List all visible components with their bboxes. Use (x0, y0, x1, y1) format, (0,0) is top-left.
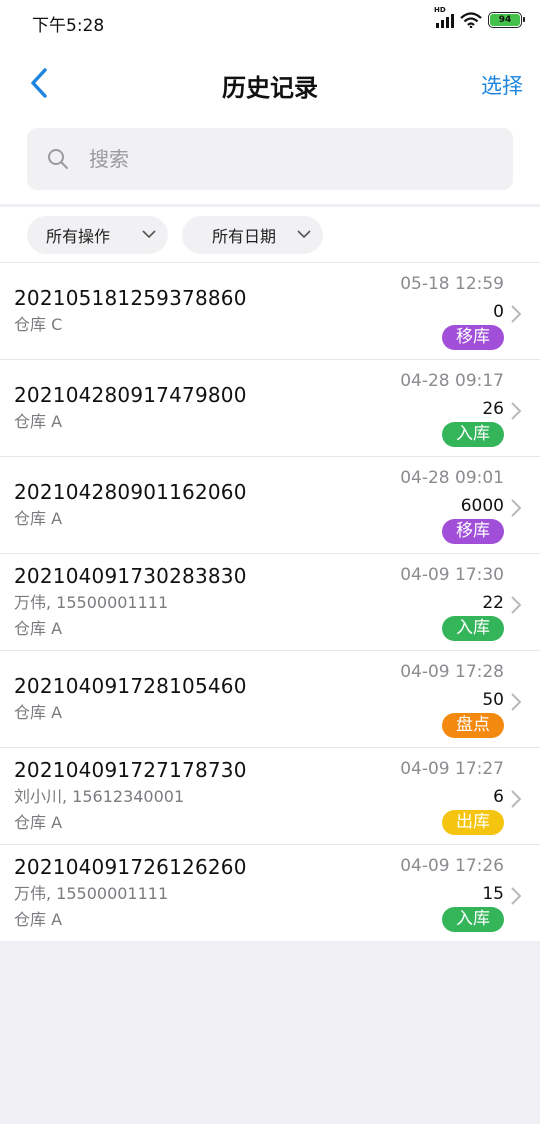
record-list: 202105181259378860 仓库 C 05-18 12:59 0 移库… (0, 263, 540, 941)
record-time: 04-09 17:27 (400, 759, 504, 779)
chevron-right-icon (511, 402, 521, 420)
search-box[interactable] (27, 128, 513, 190)
warehouse-label: 仓库 A (14, 813, 63, 832)
record-time: 04-28 09:01 (400, 468, 504, 488)
order-number: 202104091727178730 (14, 758, 247, 782)
record-time: 05-18 12:59 (400, 274, 504, 294)
operation-tag: 入库 (442, 616, 504, 641)
operation-tag: 移库 (442, 519, 504, 544)
record-meta: 04-09 17:26 15 入库 (400, 855, 504, 932)
date-filter-label: 所有日期 (212, 226, 277, 246)
operation-filter-label: 所有操作 (46, 226, 111, 246)
record-info: 202105181259378860 仓库 C (14, 263, 390, 359)
battery-icon: 94 (488, 12, 525, 28)
status-time: 下午5:28 (32, 16, 105, 36)
order-number: 202104091728105460 (14, 674, 247, 698)
contact-label: 刘小川, 15612340001 (14, 787, 185, 806)
record-row[interactable]: 202104280901162060 仓库 A 04-28 09:01 6000… (0, 457, 540, 554)
record-meta: 04-09 17:28 50 盘点 (400, 661, 504, 738)
filter-bar: 所有操作 所有日期 (0, 207, 540, 263)
search-input[interactable] (89, 147, 469, 171)
record-meta: 04-09 17:27 6 出库 (400, 758, 504, 835)
page-title: 历史记录 (222, 74, 318, 102)
operation-tag: 盘点 (442, 713, 504, 738)
record-time: 04-09 17:28 (400, 662, 504, 682)
warehouse-label: 仓库 A (14, 412, 63, 431)
battery-level: 94 (490, 14, 520, 26)
record-quantity: 22 (482, 593, 504, 613)
operation-tag: 出库 (442, 810, 504, 835)
select-button[interactable]: 选择 (481, 70, 523, 100)
chevron-right-icon (511, 305, 521, 323)
record-meta: 05-18 12:59 0 移库 (400, 273, 504, 350)
operation-tag: 移库 (442, 325, 504, 350)
warehouse-label: 仓库 A (14, 509, 63, 528)
record-meta: 04-09 17:30 22 入库 (400, 564, 504, 641)
operation-filter[interactable]: 所有操作 (27, 215, 168, 254)
chevron-down-icon (297, 230, 311, 239)
record-info: 202104280901162060 仓库 A (14, 457, 390, 553)
operation-tag: 入库 (442, 907, 504, 932)
contact-label: 万伟, 15500001111 (14, 884, 169, 903)
record-quantity: 0 (493, 302, 504, 322)
record-quantity: 26 (482, 399, 504, 419)
order-number: 202104280917479800 (14, 383, 247, 407)
wifi-icon (460, 12, 482, 28)
warehouse-label: 仓库 C (14, 315, 63, 334)
order-number: 202105181259378860 (14, 286, 247, 310)
warehouse-label: 仓库 A (14, 703, 63, 722)
record-quantity: 6000 (460, 496, 504, 516)
network-type-label: HD (434, 6, 446, 14)
record-quantity: 15 (482, 884, 504, 904)
search-bar (0, 122, 540, 204)
chevron-down-icon (142, 230, 156, 239)
nav-bar: 历史记录 选择 (0, 44, 540, 122)
record-info: 202104091726126260 万伟, 15500001111 仓库 A (14, 845, 390, 941)
header-area: 下午5:28 HD 94 历史记录 选择 (0, 0, 540, 204)
record-info: 202104091728105460 仓库 A (14, 651, 390, 747)
status-icons: HD 94 (434, 6, 525, 28)
record-quantity: 50 (482, 690, 504, 710)
order-number: 202104280901162060 (14, 480, 247, 504)
record-row[interactable]: 202104280917479800 仓库 A 04-28 09:17 26 入… (0, 360, 540, 457)
date-filter[interactable]: 所有日期 (182, 215, 323, 254)
record-info: 202104091730283830 万伟, 15500001111 仓库 A (14, 554, 390, 650)
record-quantity: 6 (493, 787, 504, 807)
record-time: 04-09 17:26 (400, 856, 504, 876)
record-row[interactable]: 202104091726126260 万伟, 15500001111 仓库 A … (0, 845, 540, 941)
signal-icon: HD (434, 6, 454, 28)
warehouse-label: 仓库 A (14, 619, 63, 638)
record-row[interactable]: 202104091730283830 万伟, 15500001111 仓库 A … (0, 554, 540, 651)
warehouse-label: 仓库 A (14, 910, 63, 929)
chevron-right-icon (511, 693, 521, 711)
order-number: 202104091726126260 (14, 855, 247, 879)
record-row[interactable]: 202105181259378860 仓库 C 05-18 12:59 0 移库 (0, 263, 540, 360)
record-row[interactable]: 202104091728105460 仓库 A 04-09 17:28 50 盘… (0, 651, 540, 748)
operation-tag: 入库 (442, 422, 504, 447)
record-info: 202104280917479800 仓库 A (14, 360, 390, 456)
record-time: 04-09 17:30 (400, 565, 504, 585)
chevron-right-icon (511, 887, 521, 905)
status-bar: 下午5:28 HD 94 (0, 0, 540, 44)
record-time: 04-28 09:17 (400, 371, 504, 391)
chevron-right-icon (511, 596, 521, 614)
chevron-right-icon (511, 790, 521, 808)
record-row[interactable]: 202104091727178730 刘小川, 15612340001 仓库 A… (0, 748, 540, 845)
order-number: 202104091730283830 (14, 564, 247, 588)
record-meta: 04-28 09:01 6000 移库 (400, 467, 504, 544)
record-meta: 04-28 09:17 26 入库 (400, 370, 504, 447)
record-info: 202104091727178730 刘小川, 15612340001 仓库 A (14, 748, 390, 844)
contact-label: 万伟, 15500001111 (14, 593, 169, 612)
search-icon (48, 149, 68, 169)
chevron-right-icon (511, 499, 521, 517)
